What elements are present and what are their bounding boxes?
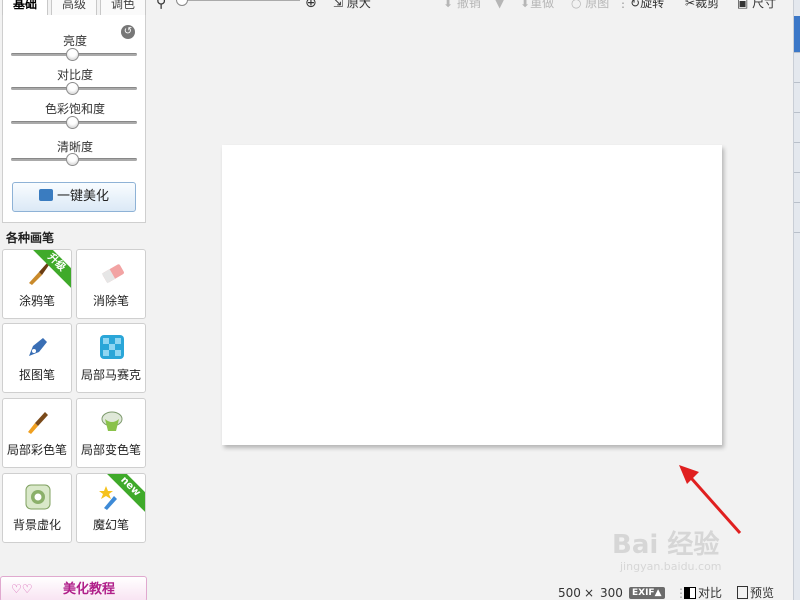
watermark-url: jingyan.baidu.com (620, 560, 722, 573)
compare-label: 对比 (698, 586, 723, 600)
status-bar: 500 × 300 EXIF▲ ⋮ 对比 预览 (557, 586, 797, 600)
red-arrow-annotation (679, 465, 742, 534)
watermark-logo: Bai 经验 (612, 530, 720, 560)
compare-button[interactable]: 对比 (684, 586, 722, 600)
image-height: 300 (600, 586, 623, 600)
compare-icon (684, 587, 696, 599)
preview-label: 预览 (750, 586, 775, 600)
exif-button[interactable]: EXIF▲ (629, 587, 665, 599)
image-width: 500 (558, 586, 581, 600)
preview-button[interactable]: 预览 (737, 586, 774, 600)
preview-icon (737, 586, 748, 599)
dimension-separator: × (584, 586, 595, 600)
baidu-watermark: Bai 经验 jingyan.baidu.com (612, 530, 762, 573)
